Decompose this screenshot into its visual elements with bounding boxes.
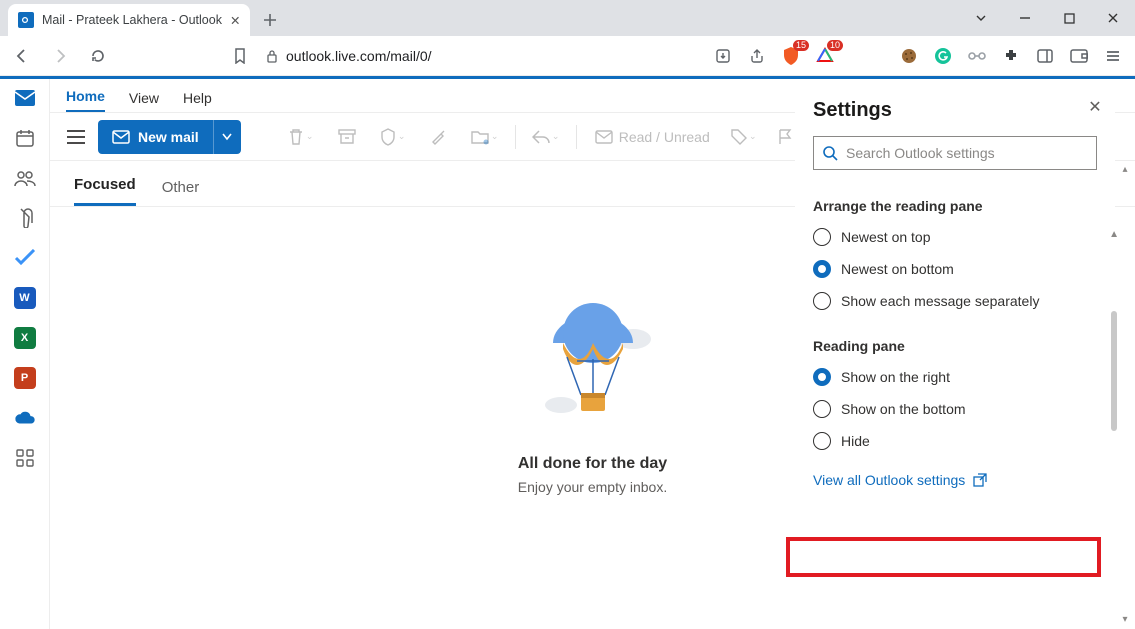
radio-hide[interactable]: Hide — [813, 432, 1097, 450]
browser-tab[interactable]: Mail - Prateek Lakhera - Outlook ✕ — [8, 4, 250, 36]
annotation-highlight — [786, 537, 1101, 577]
radio-newest-bottom[interactable]: Newest on bottom — [813, 260, 1097, 278]
hamburger-icon[interactable] — [60, 121, 92, 153]
tab-other[interactable]: Other — [162, 179, 200, 206]
radio-show-right[interactable]: Show on the right — [813, 368, 1097, 386]
url-text: outlook.live.com/mail/0/ — [286, 48, 432, 64]
people-icon[interactable] — [14, 167, 36, 189]
todo-icon[interactable] — [14, 247, 36, 269]
sweep-icon[interactable] — [419, 121, 459, 153]
rewards-badge: 10 — [827, 40, 843, 51]
window-maximize-button[interactable] — [1047, 4, 1091, 32]
chevron-down-icon[interactable] — [959, 4, 1003, 32]
popout-icon — [973, 473, 987, 487]
group-readingpane-title: Reading pane — [813, 338, 1097, 354]
settings-title: Settings — [813, 99, 1097, 122]
tab-close-icon[interactable]: ✕ — [230, 13, 240, 28]
tab-home[interactable]: Home — [66, 88, 105, 112]
shield-badge: 15 — [793, 40, 809, 51]
app-rail: W X P — [0, 79, 50, 629]
scroll-arrow-down-icon[interactable]: ▾ — [1117, 611, 1133, 627]
link-icon[interactable] — [965, 44, 989, 68]
view-all-settings-link[interactable]: View all Outlook settings — [813, 472, 1097, 488]
new-mail-label: New mail — [138, 129, 199, 145]
empty-title: All done for the day — [518, 455, 667, 473]
nav-back-button[interactable] — [10, 44, 34, 68]
brave-rewards-icon[interactable]: 10 — [813, 44, 837, 68]
grammarly-icon[interactable] — [931, 44, 955, 68]
browser-titlebar: Mail - Prateek Lakhera - Outlook ✕ — [0, 0, 1135, 36]
outlook-favicon — [18, 12, 34, 28]
extensions-icon[interactable] — [999, 44, 1023, 68]
excel-icon[interactable]: X — [14, 327, 36, 349]
window-close-button[interactable] — [1091, 4, 1135, 32]
powerpoint-icon[interactable]: P — [14, 367, 36, 389]
scroll-arrow-up-icon[interactable]: ▴ — [1117, 161, 1133, 177]
delete-icon[interactable]: ⌄ — [281, 121, 321, 153]
move-icon[interactable]: ⌄ — [465, 121, 505, 153]
radio-newest-top[interactable]: Newest on top — [813, 228, 1097, 246]
page-scrollbar[interactable]: ▴ ▾ — [1117, 161, 1133, 627]
window-minimize-button[interactable] — [1003, 4, 1047, 32]
group-arrange-title: Arrange the reading pane — [813, 198, 1097, 214]
new-tab-button[interactable] — [256, 6, 284, 34]
sidepanel-icon[interactable] — [1033, 44, 1057, 68]
radio-separate[interactable]: Show each message separately — [813, 292, 1097, 310]
calendar-icon[interactable] — [14, 127, 36, 149]
bookmark-icon[interactable] — [228, 44, 252, 68]
files-icon[interactable] — [14, 207, 36, 229]
archive-icon[interactable] — [327, 121, 367, 153]
tab-view[interactable]: View — [129, 90, 159, 112]
tag-icon[interactable]: ⌄ — [724, 121, 764, 153]
brave-shield-icon[interactable]: 15 — [779, 44, 803, 68]
balloon-illustration — [523, 297, 663, 437]
settings-close-button[interactable]: ✕ — [1081, 93, 1109, 121]
reload-button[interactable] — [86, 44, 110, 68]
tab-title: Mail - Prateek Lakhera - Outlook — [42, 13, 222, 27]
report-icon[interactable]: ⌄ — [373, 121, 413, 153]
settings-panel: Settings ✕ ▲ Arrange the reading pane Ne… — [795, 79, 1115, 629]
share-icon[interactable] — [745, 44, 769, 68]
browser-menu-icon[interactable] — [1101, 44, 1125, 68]
nav-forward-button[interactable] — [48, 44, 72, 68]
envelope-icon — [595, 130, 613, 144]
address-bar[interactable]: outlook.live.com/mail/0/ — [266, 48, 432, 64]
tab-help[interactable]: Help — [183, 90, 212, 112]
cookie-icon[interactable] — [897, 44, 921, 68]
search-icon — [822, 145, 838, 161]
wallet-icon[interactable] — [1067, 44, 1091, 68]
lock-icon — [266, 49, 278, 63]
reply-icon[interactable]: ⌄ — [526, 121, 566, 153]
install-app-icon[interactable] — [711, 44, 735, 68]
mail-icon[interactable] — [14, 87, 36, 109]
onedrive-icon[interactable] — [14, 407, 36, 429]
word-icon[interactable]: W — [14, 287, 36, 309]
new-mail-dropdown[interactable] — [213, 120, 241, 154]
empty-subtitle: Enjoy your empty inbox. — [518, 479, 667, 495]
settings-search[interactable] — [813, 136, 1097, 170]
radio-show-bottom[interactable]: Show on the bottom — [813, 400, 1097, 418]
tab-focused[interactable]: Focused — [74, 176, 136, 206]
new-mail-button[interactable]: New mail — [98, 120, 241, 154]
read-unread-button[interactable]: Read / Unread — [587, 121, 718, 153]
more-apps-icon[interactable] — [14, 447, 36, 469]
read-unread-label: Read / Unread — [619, 129, 710, 145]
mail-compose-icon — [112, 130, 130, 144]
browser-toolbar: outlook.live.com/mail/0/ 15 10 — [0, 36, 1135, 76]
settings-search-input[interactable] — [846, 145, 1088, 161]
